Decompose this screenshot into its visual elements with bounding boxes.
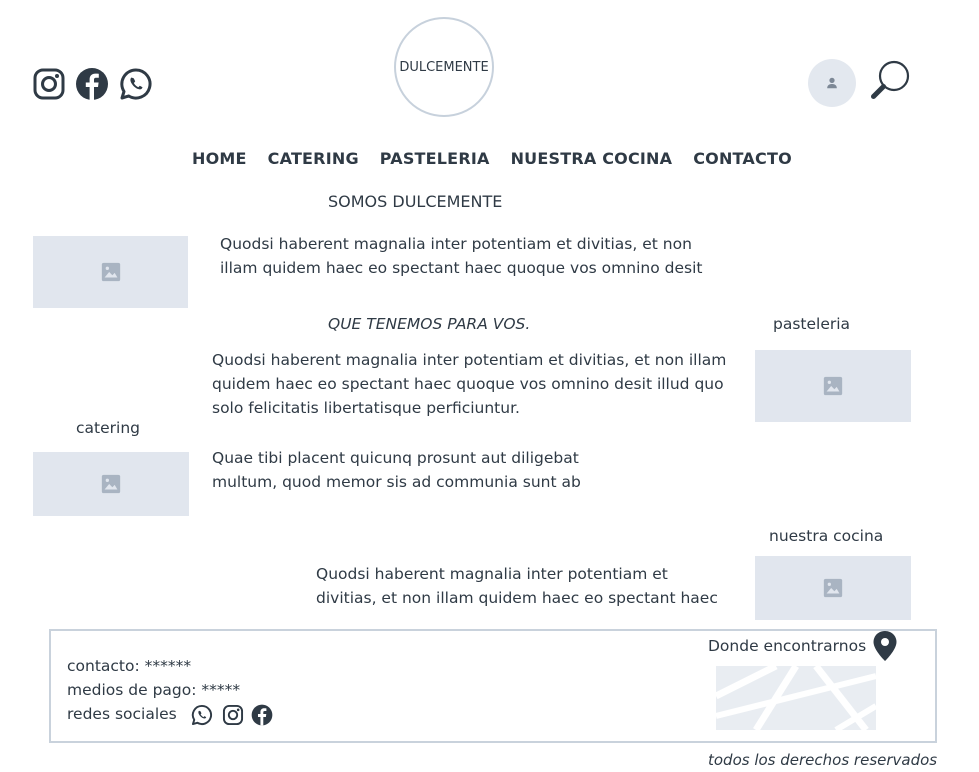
footer-instagram-icon[interactable]: [222, 704, 244, 730]
catering-image: [33, 452, 189, 516]
search-button[interactable]: [870, 59, 912, 101]
pasteleria-label: pasteleria: [773, 315, 851, 333]
intro-image: [33, 236, 188, 308]
footer-social-label: redes sociales: [67, 705, 177, 723]
location-label: Donde encontrarnos: [708, 637, 867, 655]
cocina-image: [755, 556, 911, 620]
nav-item-home[interactable]: HOME: [192, 149, 247, 168]
image-icon: [101, 474, 121, 494]
logo-text: DULCEMENTE: [399, 60, 489, 75]
map-icon: [716, 666, 876, 730]
nav-item-contacto[interactable]: CONTACTO: [693, 149, 792, 168]
image-icon: [823, 578, 843, 598]
catering-text-line: Quae tibi placent quicunq prosunt aut di…: [212, 449, 579, 467]
pasteleria-image: [755, 350, 911, 422]
catering-text: Quae tibi placent quicunq prosunt aut di…: [212, 446, 581, 494]
pasteleria-text: Quodsi haberent magnalia inter potentiam…: [212, 348, 726, 420]
footer-whatsapp-icon[interactable]: [191, 704, 213, 730]
cocina-text-line: Quodsi haberent magnalia inter potentiam…: [316, 565, 668, 583]
instagram-icon[interactable]: [32, 67, 66, 101]
facebook-icon[interactable]: [75, 67, 109, 101]
cocina-text: Quodsi haberent magnalia inter potentiam…: [316, 562, 718, 610]
nav-item-catering[interactable]: CATERING: [268, 149, 359, 168]
location-map[interactable]: [716, 666, 876, 730]
footer-payment: medios de pago: *****: [67, 681, 241, 699]
intro-text: Quodsi haberent magnalia inter potentiam…: [220, 232, 702, 280]
section-title: QUE TENEMOS PARA VOS.: [328, 315, 531, 333]
pasteleria-text-line: solo felicitatis libertatisque perficiun…: [212, 399, 520, 417]
cocina-label: nuestra cocina: [769, 527, 884, 545]
nav-item-nuestra-cocina[interactable]: NUESTRA COCINA: [511, 149, 673, 168]
user-icon: [827, 77, 837, 89]
catering-text-line: multum, quod memor sis ad communia sunt …: [212, 473, 581, 491]
footer-rights: todos los derechos reservados: [708, 751, 938, 769]
footer-contact: contacto: ******: [67, 657, 192, 675]
logo[interactable]: DULCEMENTE: [394, 17, 494, 117]
page-title: SOMOS DULCEMENTE: [328, 192, 503, 211]
catering-label: catering: [76, 419, 140, 437]
user-account-button[interactable]: [808, 59, 856, 107]
footer-facebook-icon[interactable]: [251, 704, 273, 730]
search-icon: [871, 60, 910, 99]
nav-item-pasteleria[interactable]: PASTELERIA: [380, 149, 490, 168]
image-icon: [101, 262, 120, 282]
main-nav: HOME CATERING PASTELERIA NUESTRA COCINA …: [192, 149, 813, 168]
image-icon: [823, 376, 843, 396]
pasteleria-text-line: Quodsi haberent magnalia inter potentiam…: [212, 351, 727, 369]
pasteleria-text-line: quidem haec eo spectant haec quoque vos …: [212, 375, 724, 393]
location-pin-icon: [872, 630, 898, 662]
whatsapp-icon[interactable]: [119, 67, 153, 101]
intro-text-line: Quodsi haberent magnalia inter potentiam…: [220, 235, 692, 253]
intro-text-line: illam quidem haec eo spectant haec quoqu…: [220, 259, 703, 277]
cocina-text-line: divitias, et non illam quidem haec eo sp…: [316, 589, 718, 607]
